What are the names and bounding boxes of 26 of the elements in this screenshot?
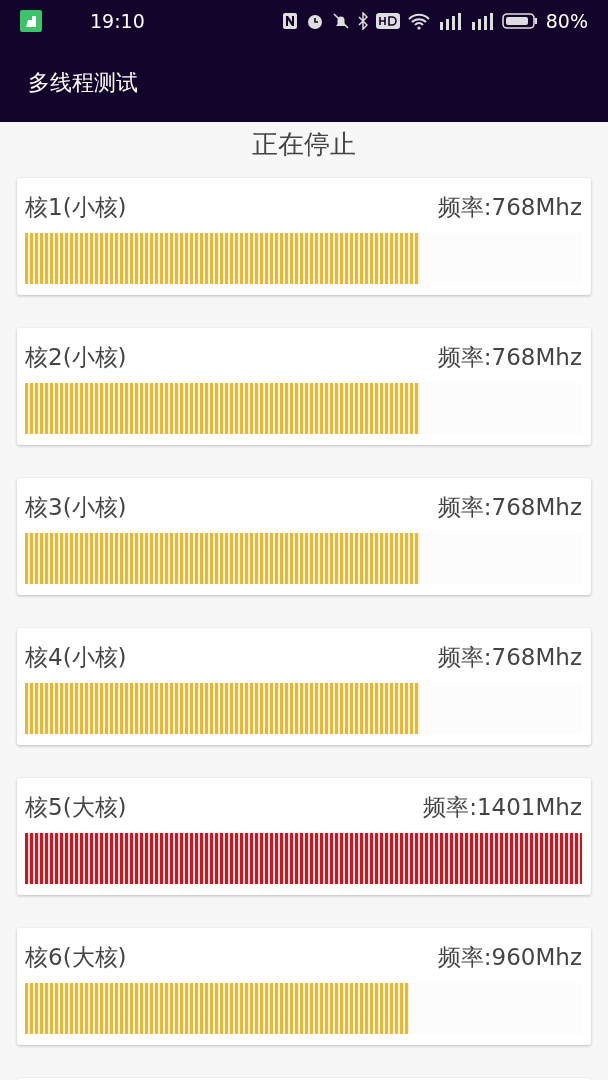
frequency-text: 频率:768Mhz [437, 193, 582, 222]
alarm-icon [305, 12, 324, 30]
core-name: 核2(小核) [25, 343, 127, 372]
hd-icon [375, 13, 400, 29]
battery-percent-text: 80% [545, 8, 588, 34]
frequency-text: 频率:960Mhz [437, 943, 582, 972]
nfc-icon [281, 12, 298, 30]
app-notification-icon [20, 10, 42, 32]
core-name: 核1(小核) [25, 193, 127, 222]
battery-icon [501, 12, 538, 30]
status-text: 正在停止 [252, 129, 356, 159]
bluetooth-icon [357, 12, 368, 30]
core-name: 核4(小核) [25, 643, 127, 672]
frequency-text: 频率:1401Mhz [423, 793, 582, 822]
core-name: 核6(大核) [25, 943, 127, 972]
signal-icon [469, 12, 494, 30]
app-title: 多线程测试 [28, 68, 138, 97]
frequency-text: 频率:768Mhz [437, 493, 582, 522]
core-name: 核3(小核) [25, 493, 127, 522]
signal-icon [437, 12, 462, 30]
core-name: 核5(大核) [25, 793, 127, 822]
wifi-icon [407, 12, 430, 30]
frequency-text: 频率:768Mhz [437, 343, 582, 372]
frequency-text: 频率:768Mhz [437, 643, 582, 672]
clock-text: 19:10 [90, 8, 145, 34]
bell-muted-icon [331, 12, 350, 30]
